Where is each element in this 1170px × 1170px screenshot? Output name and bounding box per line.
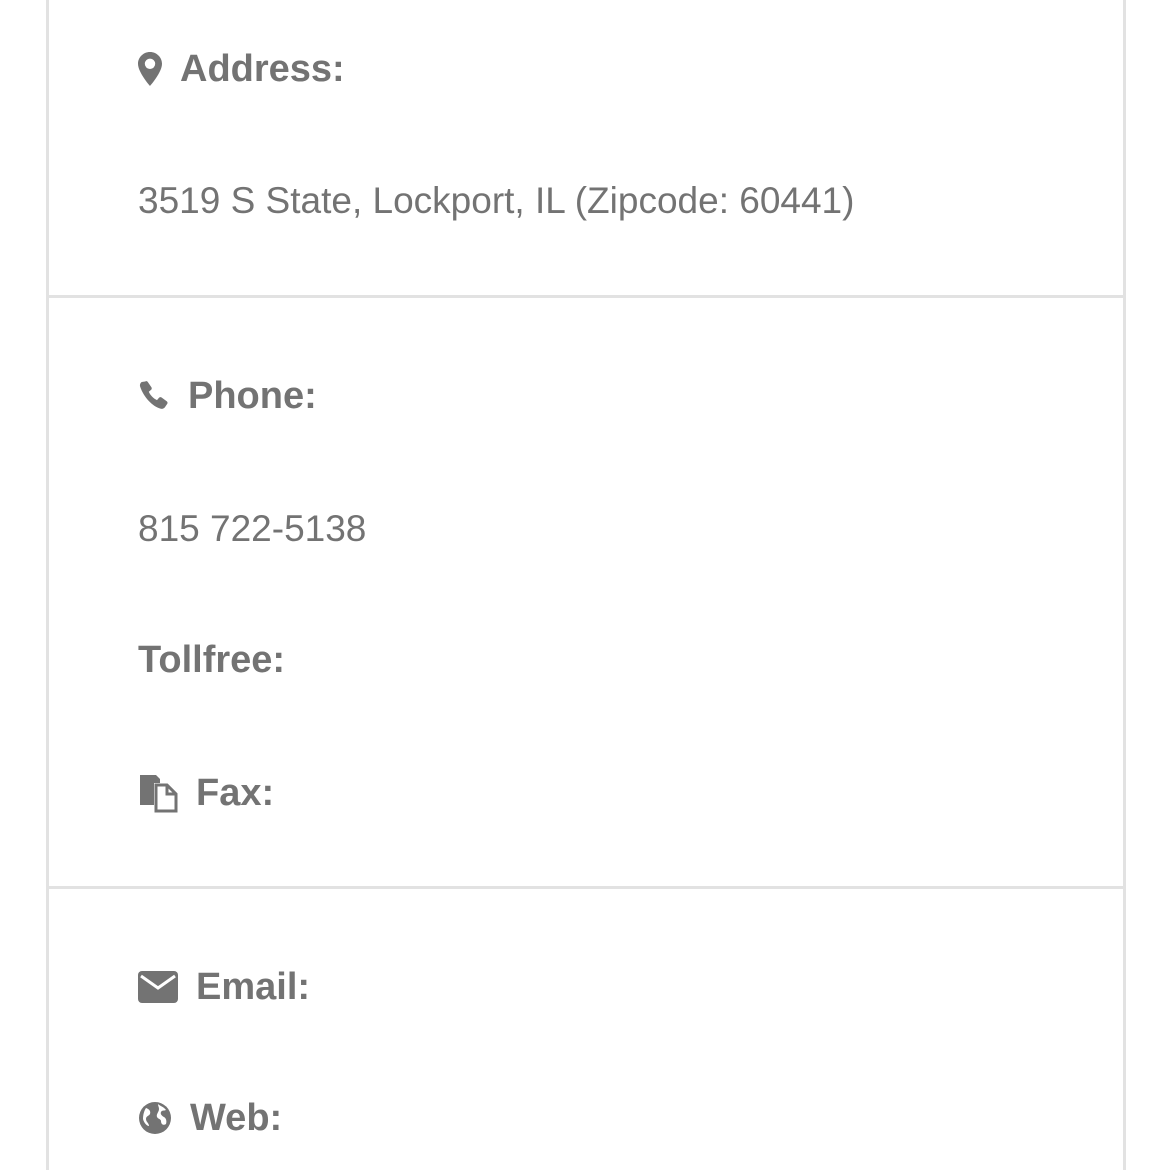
phone-label-row: Phone: <box>138 377 317 415</box>
tollfree-label-row: Tollfree: <box>138 641 285 679</box>
address-value: 3519 S State, Lockport, IL (Zipcode: 604… <box>138 180 855 221</box>
phone-label: Phone: <box>188 375 317 417</box>
map-marker-icon <box>138 52 162 86</box>
address-label-row: Address: <box>138 50 345 88</box>
phone-icon <box>138 380 170 412</box>
contact-info-card: Address: 3519 S State, Lockport, IL (Zip… <box>46 0 1126 1170</box>
globe-icon <box>138 1101 172 1135</box>
web-label: Web: <box>190 1097 283 1139</box>
tollfree-label: Tollfree: <box>138 639 286 681</box>
fax-icon <box>138 773 178 813</box>
email-label: Email: <box>196 966 311 1008</box>
fax-label: Fax: <box>196 772 275 814</box>
section-divider <box>49 886 1123 889</box>
section-divider <box>49 295 1123 298</box>
web-label-row: Web: <box>138 1099 282 1137</box>
address-label: Address: <box>180 48 345 90</box>
email-label-row: Email: <box>138 968 310 1006</box>
envelope-icon <box>138 971 178 1003</box>
phone-value[interactable]: 815 722-5138 <box>138 510 366 547</box>
fax-label-row: Fax: <box>138 773 274 813</box>
